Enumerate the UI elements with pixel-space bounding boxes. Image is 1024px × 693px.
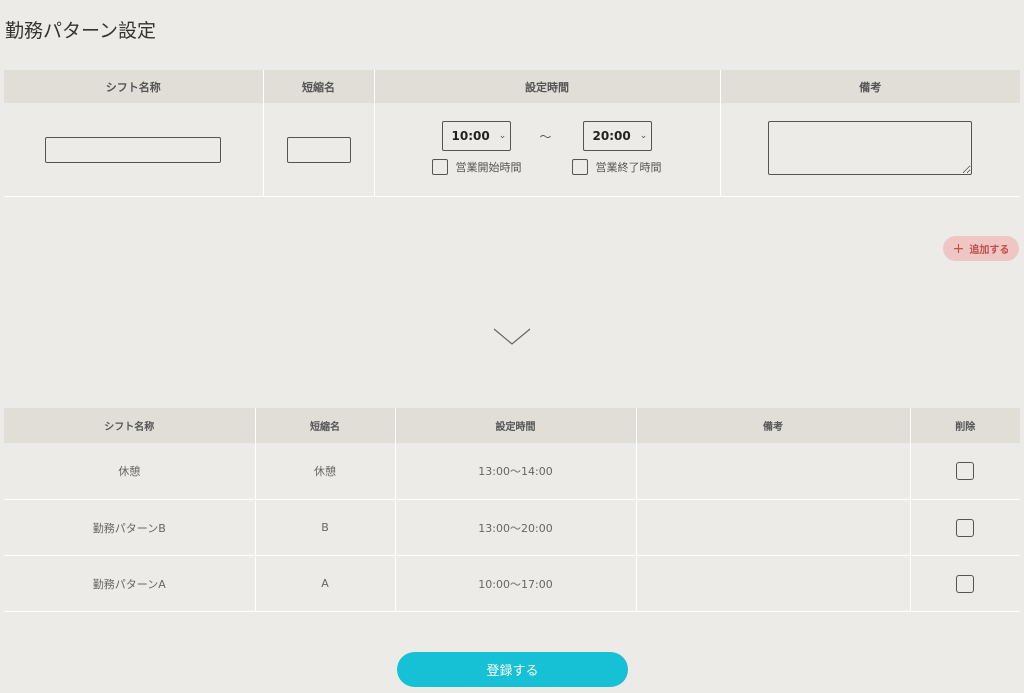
header-memo: 備考: [720, 70, 1020, 103]
time-area: 10:00 ⌄ ～ 20:00 ⌄ 営業開始時間 営業終了時間: [375, 103, 720, 196]
shift-form-table: シフト名称 短縮名 設定時間 備考 10:00 ⌄ ～ 20:00 ⌄ 営業開始…: [4, 70, 1020, 197]
table-row: 勤務パターンA A 10:00～17:00: [4, 555, 1020, 612]
add-button-label: 追加する: [969, 245, 1010, 256]
close-time-label: 営業終了時間: [595, 161, 662, 174]
shift-name-cell: [4, 103, 264, 197]
form-input-row: 10:00 ⌄ ～ 20:00 ⌄ 営業開始時間 営業終了時間: [4, 103, 1020, 197]
short-name-input[interactable]: [286, 136, 351, 163]
row-delete-cell: [910, 555, 1020, 612]
list-header-shift-name: シフト名称: [4, 408, 256, 443]
row-set-time: 13:00～20:00: [395, 499, 637, 556]
open-time-label: 営業開始時間: [455, 161, 522, 174]
form-header-row: シフト名称 短縮名 設定時間 備考: [4, 70, 1020, 103]
row-delete-cell: [910, 499, 1020, 556]
row-set-time: 10:00～17:00: [395, 555, 637, 612]
list-header-memo: 備考: [636, 408, 911, 443]
row-memo: [636, 443, 911, 500]
list-header-set-time: 設定時間: [395, 408, 637, 443]
delete-checkbox[interactable]: [956, 518, 975, 537]
chevron-down-icon: ⌄: [498, 131, 507, 141]
row-short-name: A: [255, 555, 396, 612]
row-set-time: 13:00～14:00: [395, 443, 637, 500]
memo-cell: [720, 103, 1020, 197]
short-name-cell: [263, 103, 375, 197]
row-memo: [636, 555, 911, 612]
open-time-checkbox[interactable]: [431, 159, 448, 175]
row-short-name: B: [255, 499, 396, 556]
header-short-name: 短縮名: [263, 70, 375, 103]
memo-textarea[interactable]: [768, 120, 973, 175]
row-shift-name: 休憩: [4, 443, 256, 500]
list-header-short-name: 短縮名: [255, 408, 396, 443]
register-button[interactable]: 登録する: [397, 652, 628, 687]
chevron-down-icon: [493, 328, 531, 345]
time-separator: ～: [539, 130, 552, 144]
end-time-select[interactable]: 20:00 ⌄: [582, 121, 652, 151]
time-cell: 10:00 ⌄ ～ 20:00 ⌄ 営業開始時間 営業終了時間: [374, 103, 721, 197]
close-time-checkbox-row[interactable]: 営業終了時間: [571, 159, 662, 175]
start-time-select[interactable]: 10:00 ⌄: [441, 121, 511, 151]
list-header-delete: 削除: [910, 408, 1020, 443]
row-shift-name: 勤務パターンB: [4, 499, 256, 556]
table-row: 休憩 休憩 13:00～14:00: [4, 443, 1020, 500]
shift-name-input[interactable]: [45, 136, 222, 163]
close-time-checkbox[interactable]: [571, 159, 588, 175]
header-shift-name: シフト名称: [4, 70, 264, 103]
delete-checkbox[interactable]: [956, 574, 975, 593]
row-short-name: 休憩: [255, 443, 396, 500]
table-row: 勤務パターンB B 13:00～20:00: [4, 499, 1020, 556]
chevron-down-icon: ⌄: [639, 131, 648, 141]
page-title: 勤務パターン設定: [5, 20, 157, 42]
add-button[interactable]: + 追加する: [943, 236, 1019, 261]
plus-icon: +: [952, 240, 965, 257]
end-time-value: 20:00: [592, 129, 631, 143]
shift-list-table: シフト名称 短縮名 設定時間 備考 削除 休憩 休憩 13:00～14:00 勤…: [4, 408, 1020, 612]
start-time-value: 10:00: [451, 129, 490, 143]
row-memo: [636, 499, 911, 556]
delete-checkbox[interactable]: [956, 462, 975, 480]
row-shift-name: 勤務パターンA: [4, 555, 256, 612]
header-set-time: 設定時間: [374, 70, 721, 103]
list-header-row: シフト名称 短縮名 設定時間 備考 削除: [4, 408, 1020, 443]
row-delete-cell: [910, 443, 1020, 500]
open-time-checkbox-row[interactable]: 営業開始時間: [431, 159, 522, 175]
